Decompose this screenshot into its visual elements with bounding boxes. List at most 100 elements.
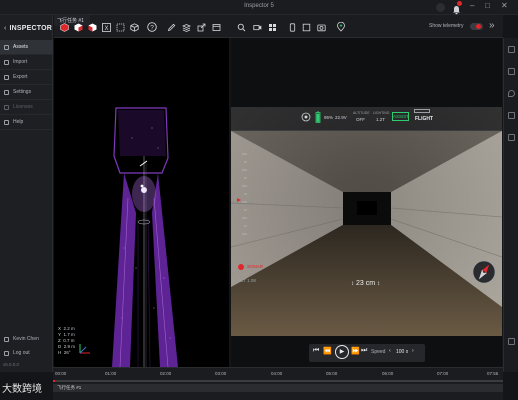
sidebar-item-import[interactable]: Import	[0, 55, 53, 70]
timeline-scrubber[interactable]	[53, 380, 503, 382]
box-outline-icon[interactable]	[115, 22, 125, 32]
timeline-tick: 07:56	[487, 371, 499, 376]
cube-red-icon[interactable]	[59, 22, 69, 32]
sidebar-item-assets[interactable]: Assets	[0, 40, 53, 55]
sidebar-item-settings[interactable]: Settings	[0, 85, 53, 100]
rewind-icon[interactable]: ⏪	[323, 347, 332, 355]
status-dot	[436, 3, 445, 12]
ruler-icon[interactable]	[508, 68, 515, 75]
assist-badge[interactable]: ASSIST	[392, 112, 409, 121]
timeline-tick: 00:00	[55, 371, 67, 376]
notification-badge	[457, 1, 462, 6]
help-circle-icon[interactable]: ?	[147, 22, 157, 32]
timeline-tick: 05:00	[326, 371, 338, 376]
telemetry-toggle[interactable]	[470, 23, 483, 30]
altitude-mode-value: OFF	[356, 117, 365, 122]
window-icon[interactable]	[211, 22, 221, 32]
square-icon[interactable]	[301, 22, 311, 32]
timeline-track[interactable]: 飞行任务 #1	[53, 384, 503, 392]
signal-icon	[301, 112, 311, 122]
notification-bell-icon[interactable]	[452, 1, 462, 15]
note-icon[interactable]	[508, 134, 515, 141]
speed-value: 100 x	[396, 349, 409, 355]
sidebar-item-label: Licenses	[13, 104, 33, 110]
photo-icon[interactable]	[316, 22, 326, 32]
right-rail	[503, 38, 518, 372]
brand[interactable]: ‹ INSPECTOR	[4, 25, 52, 32]
minimize-icon[interactable]: –	[470, 1, 474, 10]
lighting-label: LIGHTING	[373, 111, 390, 115]
distance-value: 23 cm	[355, 280, 376, 287]
sidebar-menu: Assets Import Export Settings Licenses H…	[0, 40, 53, 130]
flight-mode-indicator	[414, 109, 430, 113]
timeline-tick: 02:00	[160, 371, 172, 376]
logout-icon	[4, 350, 9, 356]
track-label: 飞行任务 #1	[57, 385, 82, 390]
speed-decrease-icon[interactable]: ‹	[389, 348, 391, 354]
stack-icon[interactable]	[181, 22, 191, 32]
compass-icon	[472, 260, 496, 284]
coordinate-readout: X 2.2 m Y 1.7 m Z 0.7 m D 2.9 m H 26°	[58, 326, 75, 356]
toolbar: 飞行任务 #1 X ? Show telemetry »	[54, 15, 503, 38]
speed-increase-icon[interactable]: ›	[412, 348, 414, 354]
camera-icon[interactable]	[252, 22, 262, 32]
close-icon[interactable]: ✕	[501, 1, 508, 10]
timeline-tick: 04:00	[271, 371, 283, 376]
gear-icon	[4, 89, 9, 95]
pin-icon[interactable]	[508, 90, 515, 97]
svg-text:X: X	[104, 25, 108, 31]
cube-red-icon[interactable]	[73, 22, 83, 32]
timeline[interactable]: 00:00 01:00 02:00 03:00 04:00 05:00 06:0…	[53, 367, 503, 400]
sonar-dot-icon	[238, 264, 244, 270]
playback-controls: ⏮ ⏪ ▶ ⏩ ⏭ Speed ‹ 100 x ›	[309, 344, 425, 362]
watermark-text: 大数跨境	[2, 384, 42, 395]
sidebar-item-label: Settings	[13, 89, 32, 95]
grid-icon[interactable]	[267, 22, 277, 32]
svg-text:?: ?	[150, 24, 154, 31]
brand-label: INSPECTOR	[9, 25, 53, 32]
timeline-tick: 06:00	[382, 371, 394, 376]
export-icon	[4, 74, 9, 80]
panel-toggle-icon[interactable]	[508, 338, 515, 345]
sidebar-item-licenses: Licenses	[0, 100, 53, 115]
camera-hud: 95% 22.9V ALTITUDE OFF LIGHTING 1.2T ASS…	[231, 107, 502, 131]
watermark: 大数跨境	[2, 380, 42, 395]
back-chevron-icon[interactable]: ‹	[4, 25, 7, 32]
axis-icon[interactable]: X	[101, 22, 111, 32]
import-icon	[4, 59, 9, 65]
tunnel-image	[231, 107, 502, 336]
double-chevron-right-icon[interactable]: »	[489, 20, 495, 31]
sidebar-bottom: Kevin Chen Log out	[0, 332, 53, 360]
skip-end-icon[interactable]: ⏭	[361, 347, 367, 355]
search-icon[interactable]	[236, 22, 246, 32]
camera-panel: 95% 22.9V ALTITUDE OFF LIGHTING 1.2T ASS…	[231, 38, 502, 367]
play-icon[interactable]: ▶	[335, 345, 349, 359]
skip-start-icon[interactable]: ⏮	[313, 347, 319, 355]
export-icon[interactable]	[196, 22, 206, 32]
pointcloud-view[interactable]: X 2.2 m Y 1.7 m Z 0.7 m D 2.9 m H 26°	[54, 38, 229, 367]
sidebar-item-help[interactable]: Help	[0, 115, 53, 130]
sidebar-item-export[interactable]: Export	[0, 70, 53, 85]
sidebar-item-label: Export	[13, 74, 28, 80]
timeline-tick: 03:00	[215, 371, 227, 376]
image-icon[interactable]	[508, 112, 515, 119]
fast-forward-icon[interactable]: ⏩	[351, 347, 360, 355]
user-account[interactable]: Kevin Chen	[0, 332, 53, 346]
layers-icon[interactable]	[508, 46, 515, 53]
maximize-icon[interactable]: □	[485, 1, 490, 10]
battery-voltage: 22.9V	[335, 115, 347, 120]
cube-red-icon[interactable]	[87, 22, 97, 32]
altitude-readout: ALT 1.08	[238, 278, 256, 283]
timeline-tick: 01:00	[105, 371, 117, 376]
phone-icon[interactable]	[287, 22, 297, 32]
distance-readout: ↕ 23 cm ↕	[344, 278, 387, 290]
add-point-icon[interactable]	[336, 22, 346, 32]
logout-button[interactable]: Log out	[0, 346, 53, 360]
lighting-value: 1.2T	[376, 117, 386, 122]
distance-arrow-icon: ↕	[351, 281, 355, 287]
axis-gizmo-icon	[79, 344, 90, 354]
camera-feed[interactable]: 95% 22.9V ALTITUDE OFF LIGHTING 1.2T ASS…	[231, 107, 502, 336]
pitch-ladder	[237, 153, 247, 235]
box-3d-icon[interactable]	[129, 22, 139, 32]
pencil-icon[interactable]	[166, 22, 176, 32]
